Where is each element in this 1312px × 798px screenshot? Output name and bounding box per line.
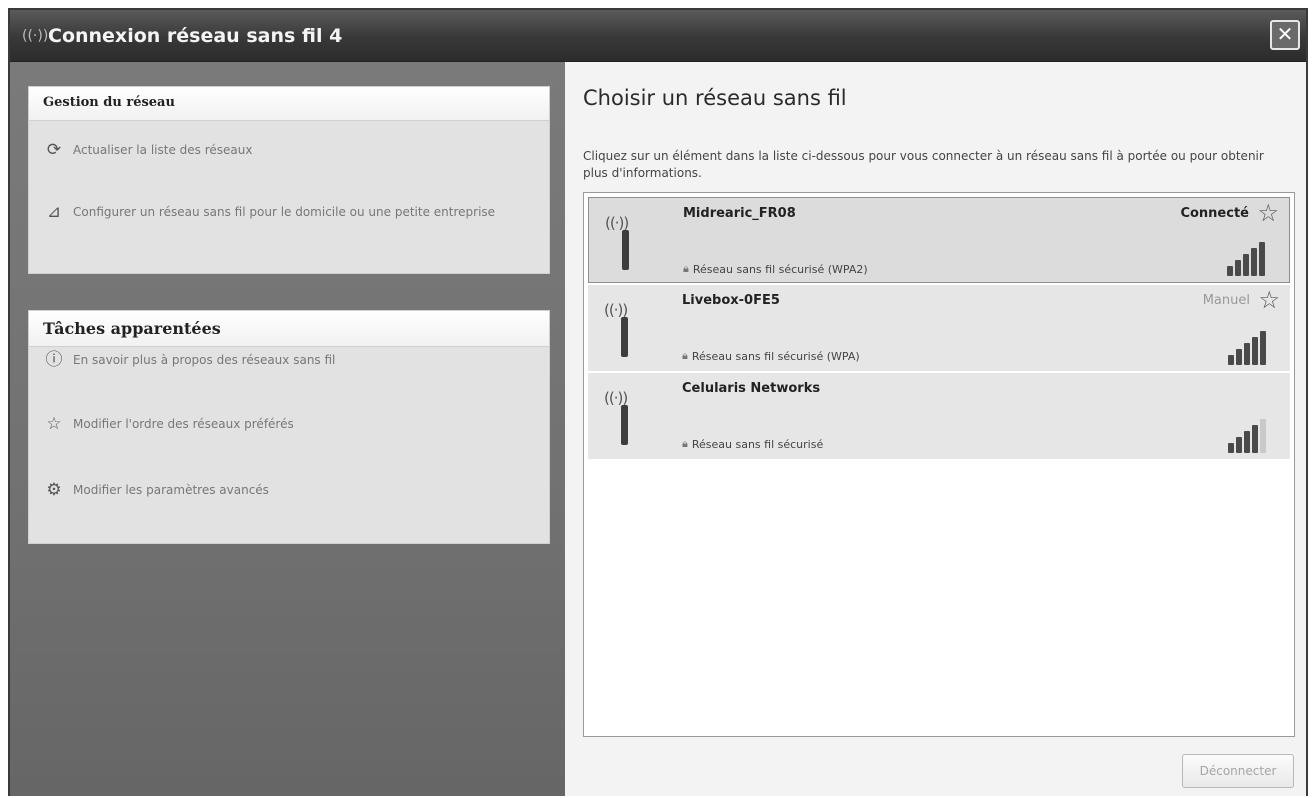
related-tasks-panel: Tâches apparentées ⓘ En savoir plus à pr… [28, 310, 550, 544]
signal-bar [1244, 343, 1250, 365]
setup-wireless-network-link[interactable]: ⊿ Configurer un réseau sans fil pour le … [43, 203, 533, 221]
signal-bar [1236, 349, 1242, 365]
network-tasks-panel: Gestion du réseau ⟳ Actualiser la liste … [28, 86, 550, 274]
signal-bar [1227, 266, 1233, 276]
star-icon: ☆ [46, 414, 62, 434]
learn-about-wireless-link[interactable]: ⓘ En savoir plus à propos des réseaux sa… [43, 351, 533, 369]
signal-bar [1252, 337, 1258, 365]
network-item[interactable]: ((·)) Livebox-0FE5 Manuel ☆ 🔒︎ Réseau sa… [588, 285, 1290, 371]
signal-bar [1228, 443, 1234, 453]
preferred-star-icon: ☆ [1258, 286, 1280, 314]
wireless-antenna-icon: ((·)) [605, 208, 647, 272]
disconnect-button[interactable]: Déconnecter [1182, 754, 1294, 788]
page-title: Choisir un réseau sans fil [583, 86, 847, 110]
wireless-connection-window: ((·)) Connexion réseau sans fil 4 ✕ Gest… [8, 8, 1308, 796]
page-description: Cliquez sur un élément dans la liste ci-… [583, 149, 1264, 180]
network-name: Livebox-0FE5 [682, 293, 780, 308]
network-item[interactable]: ((·)) Midrearic_FR08 Connecté ☆ 🔒︎ Résea… [588, 197, 1290, 283]
signal-bar [1243, 254, 1249, 276]
network-security-label: Réseau sans fil sécurisé (WPA2) [692, 262, 868, 276]
network-security: 🔒︎ Réseau sans fil sécurisé [682, 437, 823, 451]
signal-strength-icon [1228, 419, 1280, 453]
network-status: Manuel [1202, 293, 1250, 308]
signal-strength-icon [1228, 331, 1280, 365]
signal-bar [1235, 260, 1241, 276]
main-pane: Choisir un réseau sans fil Cliquez sur u… [565, 62, 1306, 796]
info-icon: ⓘ [45, 350, 63, 370]
signal-bar [1244, 431, 1250, 453]
preferred-star-icon: ☆ [1257, 199, 1279, 227]
related-tasks-header: Tâches apparentées [29, 311, 549, 347]
change-advanced-settings-link[interactable]: ⚙ Modifier les paramètres avancés [43, 481, 533, 499]
network-security: 🔒︎ Réseau sans fil sécurisé (WPA) [682, 349, 860, 363]
title-bar[interactable]: ((·)) Connexion réseau sans fil 4 ✕ [10, 10, 1306, 62]
signal-strength-icon [1227, 242, 1279, 276]
setup-wireless-network-label: Configurer un réseau sans fil pour le do… [73, 205, 496, 219]
signal-bar [1251, 248, 1257, 276]
signal-bar [1259, 242, 1265, 276]
network-security-label: Réseau sans fil sécurisé (WPA) [691, 349, 860, 363]
refresh-icon: ⟳ [46, 140, 62, 160]
signal-bar [1260, 419, 1266, 453]
wireless-antenna-icon: ((·)) [604, 295, 646, 359]
network-tasks-header: Gestion du réseau [29, 87, 549, 121]
network-name: Midrearic_FR08 [683, 206, 796, 221]
network-name: Celularis Networks [682, 381, 821, 396]
sidebar: Gestion du réseau ⟳ Actualiser la liste … [10, 62, 565, 796]
refresh-network-list-label: Actualiser la liste des réseaux [73, 143, 253, 157]
learn-about-wireless-label: En savoir plus à propos des réseaux sans… [73, 353, 336, 367]
network-item[interactable]: ((·)) Celularis Networks 🔒︎ Réseau sans … [588, 373, 1290, 459]
settings-icon: ⚙ [46, 480, 62, 500]
wireless-setup-icon: ⊿ [46, 202, 62, 222]
security-shield-icon: 🔒︎ [683, 262, 689, 275]
network-connection-icon: ((·)) [22, 28, 49, 44]
wireless-network-list[interactable]: ((·)) Midrearic_FR08 Connecté ☆ 🔒︎ Résea… [583, 192, 1295, 737]
change-preferred-order-link[interactable]: ☆ Modifier l'ordre des réseaux préférés [43, 415, 533, 433]
network-status: Connecté [1180, 206, 1249, 221]
close-button[interactable]: ✕ [1270, 20, 1300, 50]
network-security: 🔒︎ Réseau sans fil sécurisé (WPA2) [683, 262, 868, 276]
signal-bar [1260, 331, 1266, 365]
signal-bar [1228, 355, 1234, 365]
change-preferred-order-label: Modifier l'ordre des réseaux préférés [73, 417, 294, 431]
network-security-label: Réseau sans fil sécurisé [691, 437, 824, 451]
refresh-network-list-link[interactable]: ⟳ Actualiser la liste des réseaux [43, 141, 533, 159]
signal-bar [1252, 425, 1258, 453]
security-shield-icon: 🔒︎ [682, 349, 688, 362]
wireless-antenna-icon: ((·)) [604, 383, 646, 447]
signal-bar [1236, 437, 1242, 453]
security-shield-icon: 🔒︎ [682, 437, 688, 450]
change-advanced-settings-label: Modifier les paramètres avancés [73, 483, 269, 497]
window-title: Connexion réseau sans fil 4 [48, 25, 343, 47]
